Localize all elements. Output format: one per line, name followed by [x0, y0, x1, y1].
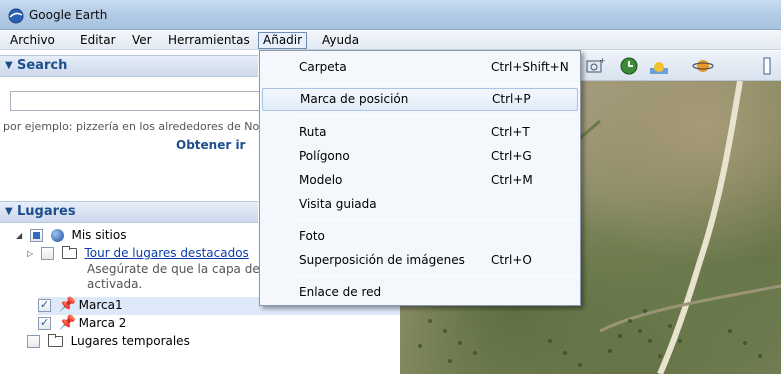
search-submit-button[interactable]: Obtener ir	[176, 138, 245, 152]
tree-item-label: Lugares temporales	[70, 334, 190, 348]
tree-item-tour[interactable]: ▷ Tour de lugares destacados	[27, 245, 249, 263]
menu-item-foto[interactable]: Foto	[262, 225, 578, 248]
menu-item-carpeta[interactable]: Carpeta Ctrl+Shift+N	[262, 56, 578, 79]
checkbox[interactable]	[29, 229, 43, 242]
historical-imagery-icon[interactable]	[618, 55, 640, 77]
tour-description-cont: activada.	[87, 277, 143, 291]
places-header-label: Lugares	[17, 204, 76, 219]
checkbox[interactable]	[38, 297, 51, 313]
search-input[interactable]	[10, 91, 270, 111]
menu-separator	[293, 115, 578, 116]
tree-item-label: Mis sitios	[71, 228, 127, 242]
expand-arrow-icon[interactable]: ▷	[27, 246, 37, 262]
collapse-triangle-icon: ▼	[5, 206, 13, 217]
tree-item-label: Marca 2	[78, 316, 127, 330]
menu-item-visita-guiada[interactable]: Visita guiada	[262, 193, 578, 216]
menu-item-superposicion-de-imagenes[interactable]: Superposición de imágenes Ctrl+O	[262, 249, 578, 272]
search-header-label: Search	[17, 58, 68, 73]
menu-item-marca-de-posicion[interactable]: Marca de posición Ctrl+P	[262, 88, 578, 111]
tree-item-label: Marca1	[78, 298, 123, 312]
menu-bar: Archivo Editar Ver Herramientas Añadir A…	[0, 30, 781, 50]
placemark-pin-icon: 📌	[58, 297, 77, 313]
image-overlay-icon[interactable]: +	[584, 55, 606, 77]
checkbox[interactable]	[38, 315, 51, 331]
add-menu-dropdown: Carpeta Ctrl+Shift+N Marca de posición C…	[259, 50, 581, 306]
window-title: Google Earth	[29, 8, 108, 22]
menu-herramientas[interactable]: Herramientas	[164, 32, 254, 49]
globe-icon	[50, 229, 64, 242]
collapse-triangle-icon: ▼	[5, 60, 13, 71]
svg-text:+: +	[599, 56, 606, 65]
tree-item-mis-sitios[interactable]: ◢ Mis sitios	[16, 227, 126, 245]
menu-anadir[interactable]: Añadir	[258, 32, 308, 49]
google-earth-app-icon	[8, 8, 24, 24]
menu-item-enlace-de-red[interactable]: Enlace de red	[262, 281, 578, 304]
menu-item-poligono[interactable]: Polígono Ctrl+G	[262, 145, 578, 168]
menu-ver[interactable]: Ver	[128, 32, 156, 49]
expand-arrow-icon[interactable]: ◢	[16, 228, 26, 244]
menu-separator	[293, 83, 578, 84]
menu-separator	[293, 276, 578, 277]
tree-item-lugares-temporales[interactable]: Lugares temporales	[27, 333, 190, 351]
menu-editar[interactable]: Editar	[76, 32, 120, 49]
tour-description: Asegúrate de que la capa de e	[87, 262, 271, 276]
checkbox[interactable]	[27, 335, 40, 348]
search-hint: por ejemplo: pizzería en los alrededores…	[3, 120, 260, 133]
ruler-icon[interactable]	[756, 55, 778, 77]
menu-separator	[293, 220, 578, 221]
tree-item-link[interactable]: Tour de lugares destacados	[84, 246, 248, 260]
menu-item-modelo[interactable]: Modelo Ctrl+M	[262, 169, 578, 192]
map-toolbar: +	[578, 51, 781, 81]
tree-item-marca2[interactable]: 📌 Marca 2	[38, 315, 126, 333]
folder-icon	[61, 246, 77, 259]
places-panel-header[interactable]: ▼ Lugares	[0, 201, 258, 223]
folder-icon	[47, 334, 63, 347]
sunlight-icon[interactable]	[648, 55, 670, 77]
title-bar: Google Earth	[0, 0, 781, 30]
checkbox[interactable]	[40, 247, 54, 260]
planets-icon[interactable]	[692, 55, 714, 77]
menu-item-ruta[interactable]: Ruta Ctrl+T	[262, 121, 578, 144]
placemark-pin-icon: 📌	[58, 315, 77, 331]
menu-archivo[interactable]: Archivo	[6, 32, 59, 49]
menu-ayuda[interactable]: Ayuda	[318, 32, 363, 49]
search-panel-header[interactable]: ▼ Search	[0, 55, 258, 77]
